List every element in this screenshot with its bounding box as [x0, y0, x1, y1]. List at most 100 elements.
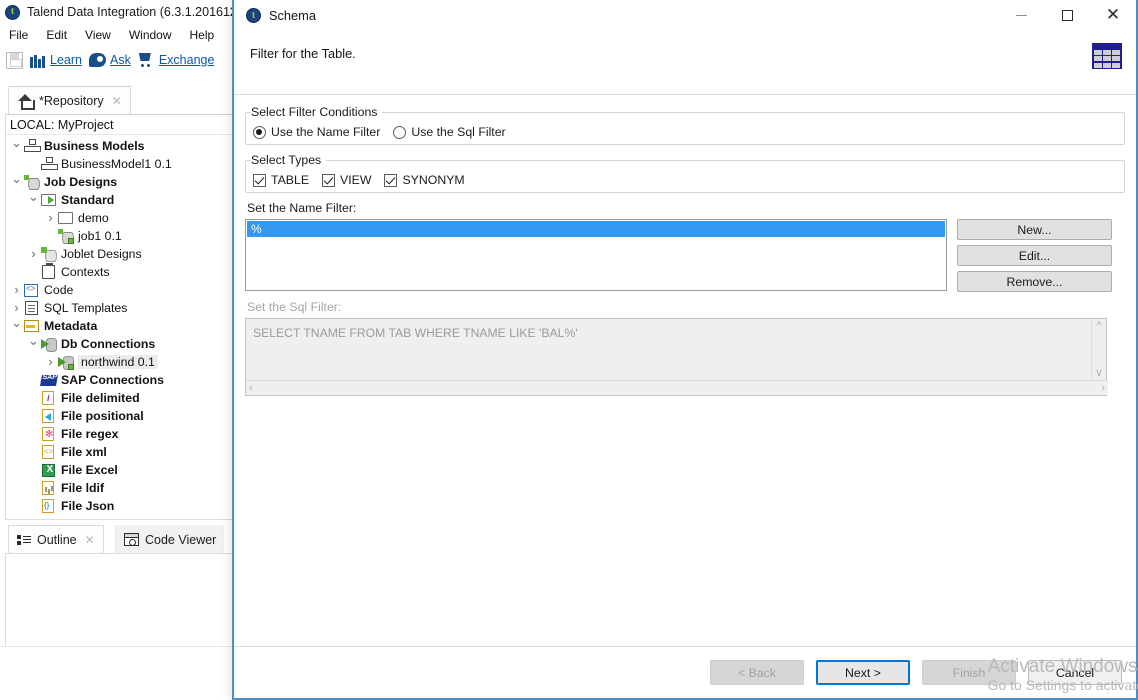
learn-link[interactable]: Learn [30, 53, 82, 68]
talend-logo-icon: t [5, 4, 20, 20]
tab-code-viewer[interactable]: Code Viewer [115, 525, 225, 554]
tab-repository[interactable]: *Repository ✕ [8, 86, 131, 115]
tab-outline[interactable]: Outline ✕ [8, 525, 104, 554]
table-icon [1092, 43, 1122, 69]
tree-item-job-designs[interactable]: Job Designs [6, 173, 233, 191]
next-button[interactable]: Next > [816, 660, 910, 685]
chevron-down-icon[interactable] [10, 317, 23, 336]
repository-tree[interactable]: Business Models BusinessModel1 0.1 Job Des… [6, 135, 233, 515]
select-types-group: Select Types TABLE VIEW SYNONYM [245, 151, 1125, 193]
exchange-link[interactable]: Exchange [138, 53, 214, 67]
exchange-icon [138, 53, 155, 67]
tree-item-db-connections[interactable]: Db Connections [6, 335, 233, 353]
tree-item-sap-connections[interactable]: SAP Connections [6, 371, 233, 389]
tree-item-metadata[interactable]: Metadata [6, 317, 233, 335]
tab-repository-label: *Repository [39, 94, 104, 108]
tree-item-label: File ldif [61, 481, 105, 495]
tree-item-file-ldif[interactable]: File ldif [6, 479, 233, 497]
close-icon[interactable]: ✕ [112, 94, 122, 108]
ask-link[interactable]: Ask [88, 53, 131, 67]
repository-panel: LOCAL: MyProject Business ModelsBusiness… [5, 114, 234, 520]
tree-item-business-models[interactable]: Business Models [6, 137, 233, 155]
tree-item-file-positional[interactable]: File positional [6, 407, 233, 425]
tree-item-demo[interactable]: demo [6, 209, 233, 227]
menu-edit[interactable]: Edit [37, 26, 76, 44]
tree-item-joblet-designs[interactable]: Joblet Designs [6, 245, 233, 263]
tree-item-contexts[interactable]: Contexts [6, 263, 233, 281]
chevron-right-icon[interactable] [27, 245, 40, 264]
filter-conditions-legend: Select Filter Conditions [251, 105, 383, 119]
name-filter-list[interactable]: % [245, 219, 947, 291]
chevron-right-icon[interactable] [44, 353, 57, 372]
chevron-down-icon[interactable] [27, 191, 40, 210]
minimize-button[interactable] [998, 0, 1044, 31]
learn-label: Learn [50, 53, 82, 67]
cancel-button[interactable]: Cancel [1028, 660, 1122, 685]
select-types-legend: Select Types [251, 153, 327, 167]
radio-use-sql-filter[interactable]: Use the Sql Filter [393, 125, 506, 139]
menu-file[interactable]: File [0, 26, 37, 44]
close-icon[interactable]: ✕ [85, 533, 95, 547]
new-button[interactable]: New... [957, 219, 1112, 240]
sql-filter-vertical-scrollbar[interactable]: ^ ∨ [1091, 319, 1106, 381]
sql-filter-horizontal-scrollbar[interactable]: ‹ › [246, 380, 1108, 395]
code-viewer-icon [124, 533, 139, 546]
tree-item-sql-templates[interactable]: SQL Templates [6, 299, 233, 317]
remove-button[interactable]: Remove... [957, 271, 1112, 292]
checkbox-table[interactable]: TABLE [253, 173, 309, 187]
metadata-icon [23, 318, 40, 334]
name-filter-actions: New... Edit... Remove... [957, 219, 1112, 292]
finish-button[interactable]: Finish [922, 660, 1016, 685]
save-icon[interactable] [6, 51, 23, 69]
radio-use-name-filter[interactable]: Use the Name Filter [253, 125, 380, 139]
tree-item-file-excel[interactable]: File Excel [6, 461, 233, 479]
list-item[interactable]: % [247, 221, 945, 237]
chevron-down-icon[interactable] [27, 335, 40, 354]
maximize-button[interactable] [1044, 0, 1090, 31]
sql-filter-value: SELECT TNAME FROM TAB WHERE TNAME LIKE '… [253, 326, 578, 340]
tree-item-label: BusinessModel1 0.1 [61, 157, 172, 171]
tree-item-file-regex[interactable]: File regex [6, 425, 233, 443]
filter-conditions-group: Select Filter Conditions Use the Name Fi… [245, 103, 1125, 145]
tree-item-file-delimited[interactable]: File delimited [6, 389, 233, 407]
chevron-left-icon[interactable]: ‹ [249, 382, 253, 394]
tree-item-code[interactable]: Code [6, 281, 233, 299]
chevron-right-icon[interactable] [10, 281, 23, 300]
checkbox-synonym[interactable]: SYNONYM [384, 173, 465, 187]
tree-item-job1-0-1[interactable]: job1 0.1 [6, 227, 233, 245]
tree-item-businessmodel1-0-1[interactable]: BusinessModel1 0.1 [6, 155, 233, 173]
dialog-body: Select Filter Conditions Use the Name Fi… [234, 95, 1136, 646]
sql-filter-textarea[interactable]: SELECT TNAME FROM TAB WHERE TNAME LIKE '… [245, 318, 1108, 396]
repository-tab-strip: *Repository ✕ [5, 86, 234, 115]
menu-window[interactable]: Window [120, 26, 181, 44]
sql-templates-icon [23, 300, 40, 316]
menu-help[interactable]: Help [181, 26, 224, 44]
tree-item-label: Business Models [44, 139, 145, 153]
edit-button[interactable]: Edit... [957, 245, 1112, 266]
tree-item-standard[interactable]: Standard [6, 191, 233, 209]
tree-item-file-json[interactable]: File Json [6, 497, 233, 515]
window-controls: ✕ [998, 0, 1136, 31]
screen: t Talend Data Integration (6.3.1.2016121… [0, 0, 1138, 700]
checkbox-view[interactable]: VIEW [322, 173, 371, 187]
chevron-down-icon[interactable]: ∨ [1095, 368, 1103, 379]
tree-item-northwind-0-1[interactable]: northwind 0.1 [6, 353, 233, 371]
folder-icon [57, 210, 74, 226]
radio-indicator-icon [393, 125, 407, 139]
talend-logo-icon: t [246, 8, 261, 23]
tree-item-label: northwind 0.1 [78, 355, 158, 369]
chevron-up-icon[interactable]: ^ [1096, 321, 1101, 332]
close-button[interactable]: ✕ [1090, 0, 1136, 31]
menu-view[interactable]: View [76, 26, 120, 44]
tree-item-label: File delimited [61, 391, 140, 405]
chevron-down-icon[interactable] [10, 137, 23, 156]
tree-item-label: Contexts [61, 265, 110, 279]
chevron-down-icon[interactable] [10, 173, 23, 192]
tree-item-label: demo [78, 211, 109, 225]
chevron-right-icon[interactable] [44, 209, 57, 228]
checkbox-indicator-icon [384, 173, 398, 187]
back-button[interactable]: < Back [710, 660, 804, 685]
tree-item-file-xml[interactable]: File xml [6, 443, 233, 461]
chevron-right-icon[interactable]: › [1101, 382, 1105, 394]
tree-item-label: File xml [61, 445, 107, 459]
